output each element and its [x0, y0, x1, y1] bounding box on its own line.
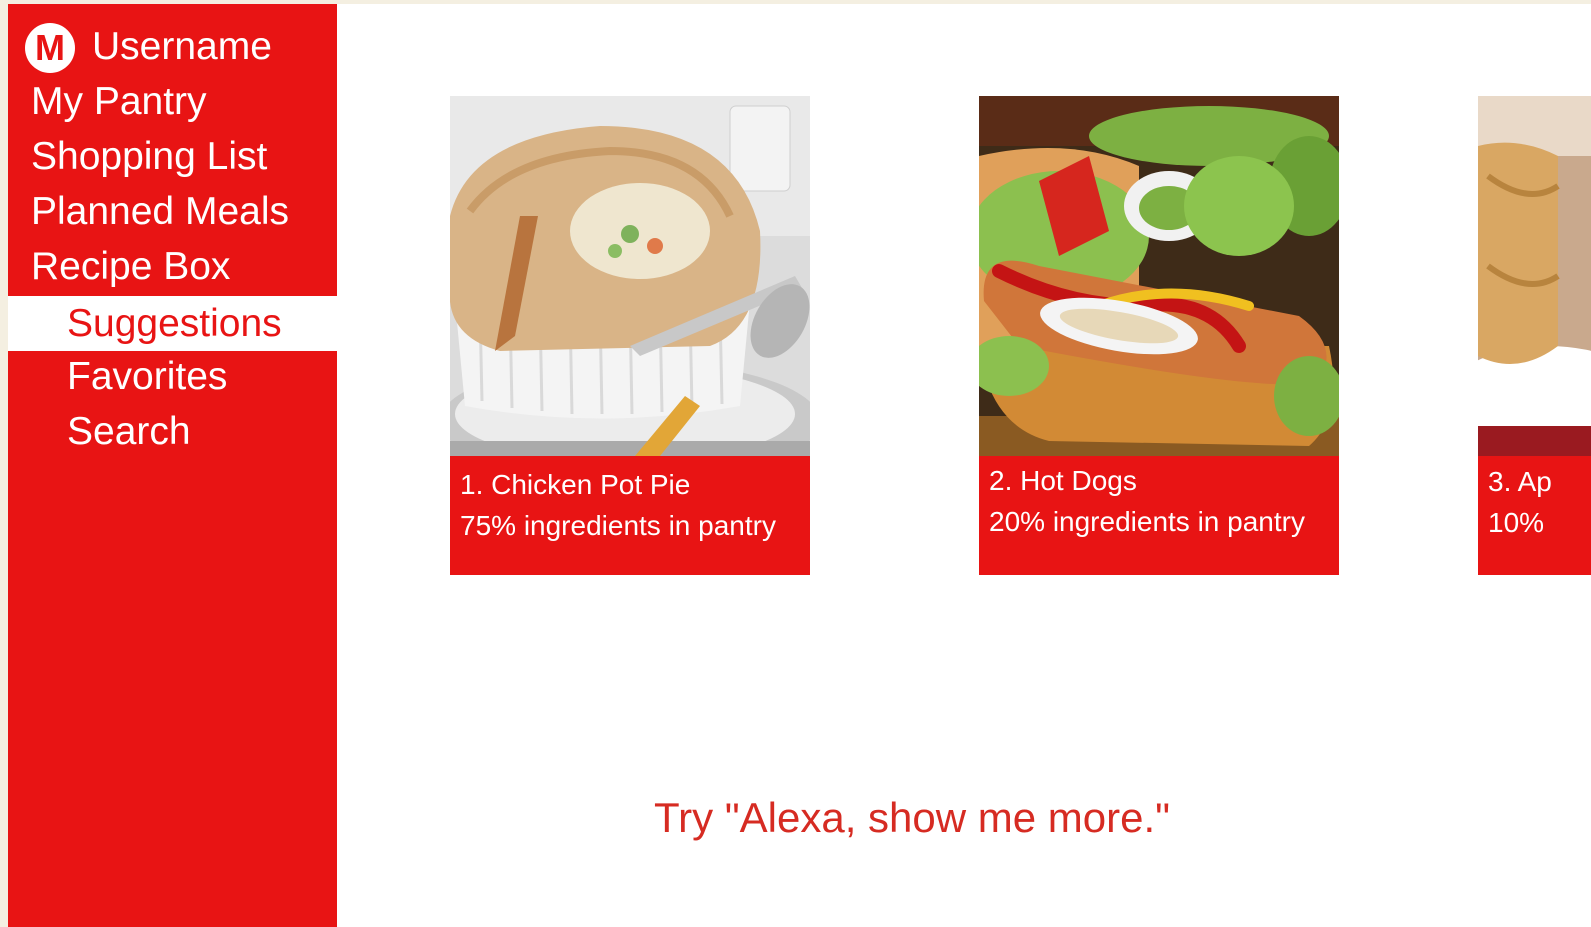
apple-pie-image: [1478, 96, 1591, 456]
sidebar-item-search[interactable]: Search: [8, 404, 337, 459]
sidebar: M Username My Pantry Shopping List Plann…: [8, 4, 337, 927]
app-window: M Username My Pantry Shopping List Plann…: [8, 4, 1591, 927]
recipe-card-title: 2. Hot Dogs: [989, 465, 1137, 496]
voice-hint: Try "Alexa, show me more.": [654, 794, 1171, 841]
sidebar-item-suggestions[interactable]: Suggestions: [8, 296, 337, 351]
recipe-card-pantry-match: 10%: [1488, 507, 1545, 538]
recipe-card[interactable]: 3. Ap 10%: [1478, 96, 1591, 575]
recipe-card-pantry-match: 20% ingredients in pantry: [989, 506, 1305, 537]
sidebar-item-my-pantry[interactable]: My Pantry: [8, 74, 337, 129]
username-label: Username: [92, 25, 272, 68]
app-logo-icon: M: [25, 23, 75, 73]
recipe-card-title: 3. Ap: [1488, 466, 1552, 497]
recipe-card[interactable]: 1. Chicken Pot Pie 75% ingredients in pa…: [450, 96, 810, 575]
sidebar-item-shopping-list[interactable]: Shopping List: [8, 129, 337, 184]
recipe-card-pantry-match: 75% ingredients in pantry: [460, 510, 776, 541]
user-profile[interactable]: M Username: [8, 19, 337, 74]
sidebar-item-favorites[interactable]: Favorites: [8, 349, 337, 404]
recipe-card-title: 1. Chicken Pot Pie: [460, 469, 691, 500]
sidebar-item-recipe-box[interactable]: Recipe Box: [8, 239, 337, 294]
chicken-pot-pie-image: [450, 96, 810, 456]
sidebar-item-planned-meals[interactable]: Planned Meals: [8, 184, 337, 239]
hot-dogs-image: [979, 96, 1339, 456]
recipe-card[interactable]: 2. Hot Dogs 20% ingredients in pantry: [979, 96, 1339, 575]
